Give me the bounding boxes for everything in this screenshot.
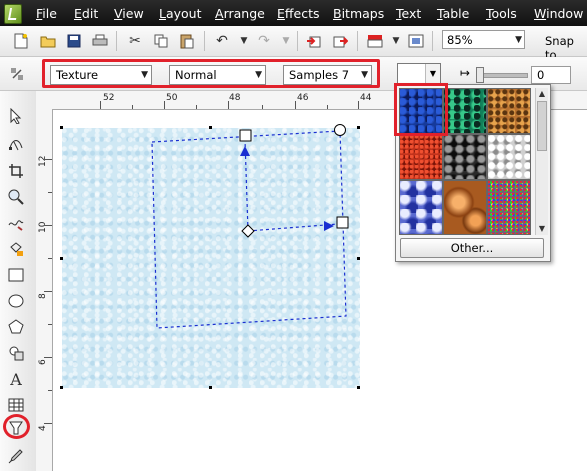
texture-swatch-white-gray-stucco[interactable] (487, 134, 531, 180)
popup-scrollbar[interactable]: ▲ ▼ (535, 88, 548, 235)
arrow-right-icon[interactable] (324, 221, 334, 231)
scroll-down-arrow-icon[interactable]: ▼ (536, 223, 548, 235)
highlight-frame (394, 83, 448, 136)
vector-handle-square[interactable] (239, 129, 252, 142)
texture-swatch-green-teal-organic[interactable] (443, 88, 487, 134)
center-handle-diamond[interactable] (241, 224, 255, 238)
texture-swatch-blue-marble[interactable] (399, 180, 443, 235)
texture-swatch-black-gray-blotches[interactable] (443, 134, 487, 180)
texture-swatch-brown-orange-grain[interactable] (487, 88, 531, 134)
scrollbar-thumb[interactable] (537, 101, 547, 151)
rotation-handle-circle[interactable] (334, 124, 346, 136)
texture-swatch-red-noise[interactable] (399, 134, 443, 180)
vector-handle-square[interactable] (336, 216, 349, 229)
texture-swatch-multicolor-noise[interactable] (487, 180, 531, 235)
arrow-up-icon[interactable] (240, 146, 250, 156)
other-textures-button[interactable]: Other... (400, 238, 544, 258)
texture-swatch-orange-spheres[interactable] (443, 180, 487, 235)
scroll-up-arrow-icon[interactable]: ▲ (536, 88, 548, 100)
